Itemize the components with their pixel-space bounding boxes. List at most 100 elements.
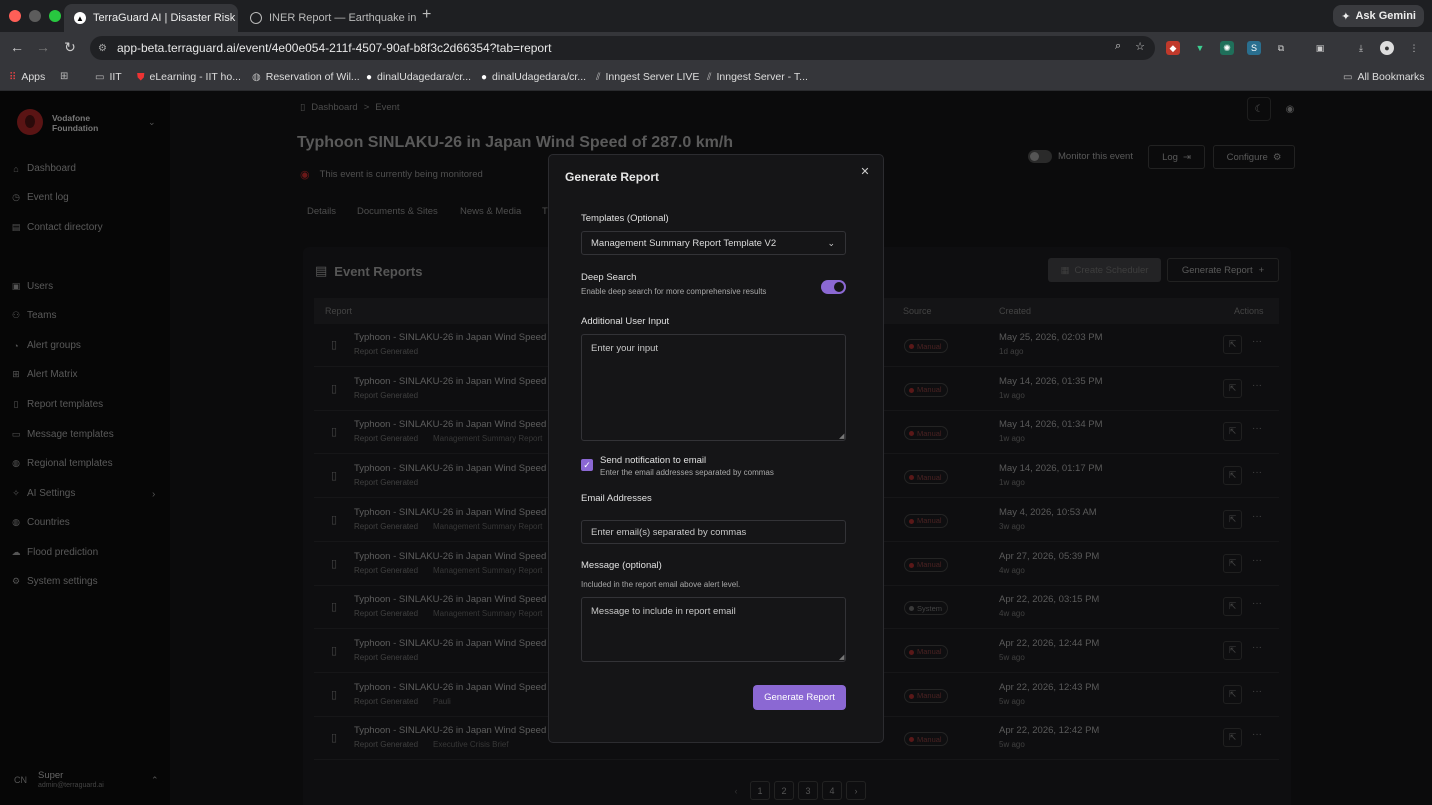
bookmark-inngest-live[interactable]: ⫽ Inngest Server LIVE	[596, 71, 699, 83]
more-actions-icon[interactable]: ···	[1252, 467, 1262, 478]
more-actions-icon[interactable]: ···	[1252, 598, 1262, 609]
extension-s-icon[interactable]: S	[1247, 41, 1261, 55]
sidebar-item-countries[interactable]: ◍ Countries	[11, 517, 70, 528]
site-info-icon[interactable]: ⚙	[98, 43, 107, 54]
browser-tab-terraguard[interactable]: ▲ TerraGuard AI | Disaster Risk Ma... ✕	[64, 4, 238, 32]
more-actions-icon[interactable]: ···	[1252, 555, 1262, 566]
extension-teal-icon[interactable]: ✺	[1220, 41, 1234, 55]
browser-tab-iner-report[interactable]: INER Report — Earthquake in... ✕	[240, 4, 416, 32]
open-external-icon[interactable]: ⇱	[1223, 728, 1242, 748]
extension-green-icon[interactable]: ▼	[1193, 41, 1207, 55]
report-title[interactable]: Typhoon - SINLAKU-26 in Japan Wind Speed	[354, 725, 546, 736]
more-actions-icon[interactable]: ···	[1252, 380, 1262, 391]
message-textarea[interactable]	[581, 597, 846, 662]
email-addresses-field[interactable]	[581, 520, 846, 544]
pager-next[interactable]: ›	[846, 781, 866, 800]
more-actions-icon[interactable]: ···	[1252, 511, 1262, 522]
more-actions-icon[interactable]: ···	[1252, 642, 1262, 653]
back-arrow-icon[interactable]: ←	[8, 39, 26, 55]
sidebar-item-report-templates[interactable]: ▯ Report templates	[11, 399, 104, 410]
open-external-icon[interactable]: ⇱	[1223, 466, 1242, 486]
bookmark-reservation[interactable]: ◍ Reservation of Wil...	[252, 71, 360, 83]
bookmark-elearning[interactable]: ⛊ eLearning - IIT ho...	[137, 71, 241, 83]
more-actions-icon[interactable]: ···	[1252, 423, 1262, 434]
report-title[interactable]: Typhoon - SINLAKU-26 in Japan Wind Speed	[354, 638, 546, 649]
sidebar-item-users[interactable]: ▣ Users	[11, 281, 53, 292]
monitor-event-toggle[interactable]: Monitor this event	[1028, 150, 1133, 163]
download-icon[interactable]: ⤓	[1354, 41, 1368, 55]
sidebar-item-event-log[interactable]: ◷ Event log	[11, 192, 69, 203]
sidebar-item-ai-settings[interactable]: ✧ AI Settings	[11, 488, 75, 499]
notify-email-checkbox[interactable]: ✓	[581, 459, 593, 471]
bookmark-inngest-t[interactable]: ⫽ Inngest Server - T...	[707, 71, 808, 83]
sidebar-item-regional-templates[interactable]: ◍ Regional templates	[11, 458, 113, 469]
minimize-window-button[interactable]	[29, 10, 41, 22]
report-title[interactable]: Typhoon - SINLAKU-26 in Japan Wind Speed	[354, 463, 546, 474]
open-external-icon[interactable]: ⇱	[1223, 684, 1242, 704]
generate-report-header-button[interactable]: Generate Report +	[1167, 258, 1279, 282]
sidebar-item-flood-prediction[interactable]: ☁ Flood prediction	[11, 547, 99, 558]
sidebar-item-teams[interactable]: ⚇ Teams	[11, 310, 57, 321]
open-external-icon[interactable]: ⇱	[1223, 509, 1242, 529]
pager-prev[interactable]: ‹	[726, 781, 746, 800]
tab-reports[interactable]: T	[542, 206, 548, 217]
additional-input-textarea[interactable]	[581, 334, 846, 441]
zoom-icon[interactable]: ⌕	[1115, 40, 1121, 53]
open-external-icon[interactable]: ⇱	[1223, 597, 1242, 617]
theme-toggle-icon[interactable]: ☾	[1247, 97, 1271, 121]
tab-news-media[interactable]: News & Media	[460, 206, 521, 217]
report-title[interactable]: Typhoon - SINLAKU-26 in Japan Wind Speed	[354, 682, 546, 693]
chevron-down-icon[interactable]: ⌄	[148, 117, 156, 128]
address-bar[interactable]: ⚙ app-beta.terraguard.ai/event/4e00e054-…	[90, 36, 1155, 60]
report-title[interactable]: Typhoon - SINLAKU-26 in Japan Wind Speed	[354, 594, 546, 605]
open-external-icon[interactable]: ⇱	[1223, 553, 1242, 573]
extension-red-icon[interactable]: ◆	[1166, 41, 1180, 55]
open-external-icon[interactable]: ⇱	[1223, 422, 1242, 442]
forward-arrow-icon[interactable]: →	[34, 39, 52, 55]
resize-handle-icon[interactable]: ◢	[839, 432, 844, 440]
close-icon[interactable]: ✕	[858, 165, 872, 179]
more-actions-icon[interactable]: ···	[1252, 686, 1262, 697]
create-scheduler-button[interactable]: ▦ Create Scheduler	[1048, 258, 1161, 282]
sidebar-item-contact-directory[interactable]: ▤ Contact directory	[11, 222, 103, 233]
open-external-icon[interactable]: ⇱	[1223, 335, 1242, 354]
bookmark-star-icon[interactable]: ☆	[1135, 40, 1145, 53]
more-actions-icon[interactable]: ···	[1252, 336, 1262, 347]
bookmark-github-1[interactable]: ● dinalUdagedara/cr...	[366, 71, 471, 83]
tab-search-icon[interactable]: ▣	[1313, 41, 1327, 55]
template-select[interactable]: Management Summary Report Template V2 ⌄	[581, 231, 846, 255]
configure-button[interactable]: Configure ⚙	[1213, 145, 1295, 169]
monitor-switch[interactable]	[1028, 150, 1052, 163]
log-button[interactable]: Log ⇥	[1148, 145, 1205, 169]
bookmark-tab-groups[interactable]: ⊞	[60, 71, 68, 82]
bookmark-apps[interactable]: ⠿ Apps	[9, 71, 45, 83]
tab-details[interactable]: Details	[307, 206, 336, 217]
profile-avatar-icon[interactable]: ●	[1380, 41, 1394, 55]
chevron-updown-icon[interactable]: ⌃	[151, 775, 159, 786]
report-title[interactable]: Typhoon - SINLAKU-26 in Japan Wind Speed	[354, 332, 546, 343]
tab-documents-sites[interactable]: Documents & Sites	[357, 206, 438, 217]
report-title[interactable]: Typhoon - SINLAKU-26 in Japan Wind Speed	[354, 419, 546, 430]
pager-page-2[interactable]: 2	[774, 781, 794, 800]
pager-page-4[interactable]: 4	[822, 781, 842, 800]
sidebar-toggle-icon[interactable]: ▯	[300, 102, 305, 113]
all-bookmarks[interactable]: ▭ All Bookmarks	[1343, 71, 1425, 83]
open-external-icon[interactable]: ⇱	[1223, 640, 1242, 660]
generate-report-submit-button[interactable]: Generate Report	[753, 685, 846, 710]
bookmark-github-2[interactable]: ● dinalUdagedara/cr...	[481, 71, 586, 83]
resize-handle-icon[interactable]: ◢	[839, 653, 844, 661]
new-tab-button[interactable]: +	[422, 6, 431, 24]
extensions-puzzle-icon[interactable]: ⧉	[1274, 41, 1288, 55]
avatar[interactable]: CN	[14, 775, 27, 785]
sidebar-item-message-templates[interactable]: ▭ Message templates	[11, 429, 114, 440]
deep-search-toggle[interactable]	[821, 280, 846, 294]
reload-icon[interactable]: ↻	[61, 39, 79, 56]
sidebar-item-system-settings[interactable]: ⚙ System settings	[11, 576, 98, 587]
sidebar-item-alert-matrix[interactable]: ⊞ Alert Matrix	[11, 369, 77, 380]
ask-gemini-button[interactable]: ✦ Ask Gemini	[1333, 5, 1424, 27]
chevron-right-icon[interactable]: ›	[152, 489, 155, 500]
sidebar-item-alert-groups[interactable]: ◔ Alert groups	[11, 340, 81, 351]
org-name[interactable]: Vodafone Foundation	[52, 113, 98, 133]
breadcrumb-dashboard[interactable]: Dashboard	[311, 102, 357, 113]
bookmark-iit[interactable]: ▭ IIT	[95, 71, 122, 83]
